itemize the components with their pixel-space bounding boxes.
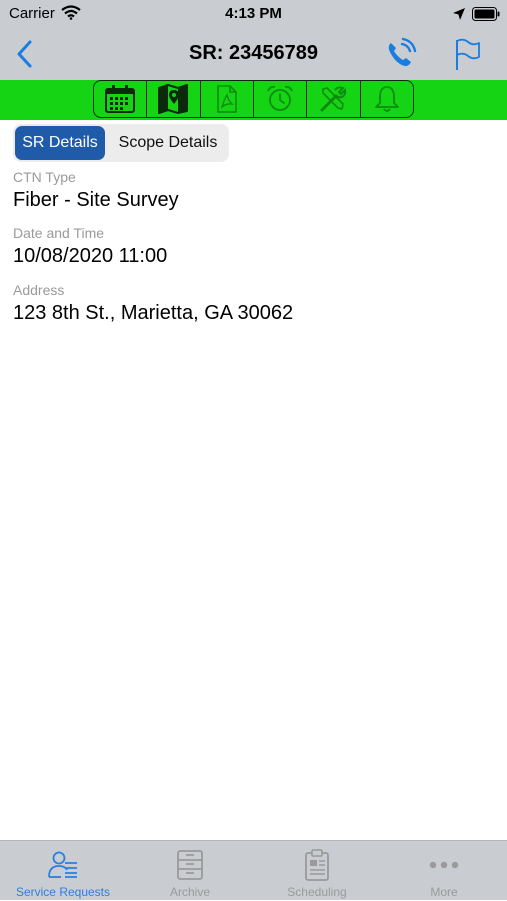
ctn-type-label: CTN Type bbox=[13, 169, 76, 185]
ctn-type-value: Fiber - Site Survey bbox=[13, 189, 179, 211]
pdf-button[interactable] bbox=[201, 81, 254, 117]
archive-icon bbox=[177, 850, 203, 880]
clipboard-icon bbox=[305, 849, 329, 881]
more-dots-icon bbox=[429, 861, 459, 869]
battery-icon bbox=[472, 7, 500, 21]
calendar-icon bbox=[105, 85, 136, 113]
navigation-bar: SR: 23456789 bbox=[0, 28, 507, 80]
datetime-value: 10/08/2020 11:00 bbox=[13, 245, 168, 267]
flag-button[interactable] bbox=[452, 37, 484, 71]
status-bar: Carrier 4:13 PM bbox=[0, 0, 507, 28]
tab-label: More bbox=[430, 885, 458, 899]
details-segmented-control: SR Details Scope Details bbox=[13, 124, 229, 162]
alarm-clock-icon bbox=[267, 85, 293, 111]
tab-label: Archive bbox=[169, 885, 210, 899]
status-time: 4:13 PM bbox=[225, 5, 282, 22]
calendar-button[interactable] bbox=[94, 81, 148, 117]
tab-label: Service Requests bbox=[15, 885, 111, 899]
address-label: Address bbox=[13, 282, 65, 298]
tools-button[interactable] bbox=[307, 81, 361, 117]
bell-button[interactable] bbox=[361, 81, 413, 117]
action-toolbar bbox=[93, 80, 414, 118]
tab-bar: Service Requests Archive Scheduling More bbox=[0, 840, 507, 900]
bell-icon bbox=[374, 86, 399, 112]
map-button[interactable] bbox=[147, 81, 201, 117]
tab-archive[interactable]: Archive bbox=[127, 841, 253, 901]
tab-scheduling[interactable]: Scheduling bbox=[254, 841, 380, 901]
pdf-icon bbox=[217, 85, 237, 113]
tab-sr-details[interactable]: SR Details bbox=[15, 126, 105, 160]
tab-more[interactable]: More bbox=[381, 841, 507, 901]
page-title: SR: 23456789 bbox=[189, 42, 318, 64]
tab-service-requests[interactable]: Service Requests bbox=[0, 841, 126, 901]
address-value: 123 8th St., Marietta, GA 30062 bbox=[13, 302, 294, 324]
call-button[interactable] bbox=[383, 37, 417, 71]
map-icon bbox=[158, 84, 189, 114]
alarm-button[interactable] bbox=[254, 81, 308, 117]
location-arrow-icon bbox=[453, 8, 465, 20]
datetime-label: Date and Time bbox=[13, 225, 105, 241]
flag-icon bbox=[456, 38, 480, 70]
service-requests-icon bbox=[48, 851, 77, 878]
tab-scope-details[interactable]: Scope Details bbox=[109, 126, 227, 160]
phone-call-icon bbox=[388, 37, 417, 67]
tools-icon bbox=[320, 86, 347, 112]
action-toolbar-bar bbox=[0, 80, 507, 120]
tab-label: Scheduling bbox=[287, 885, 347, 899]
